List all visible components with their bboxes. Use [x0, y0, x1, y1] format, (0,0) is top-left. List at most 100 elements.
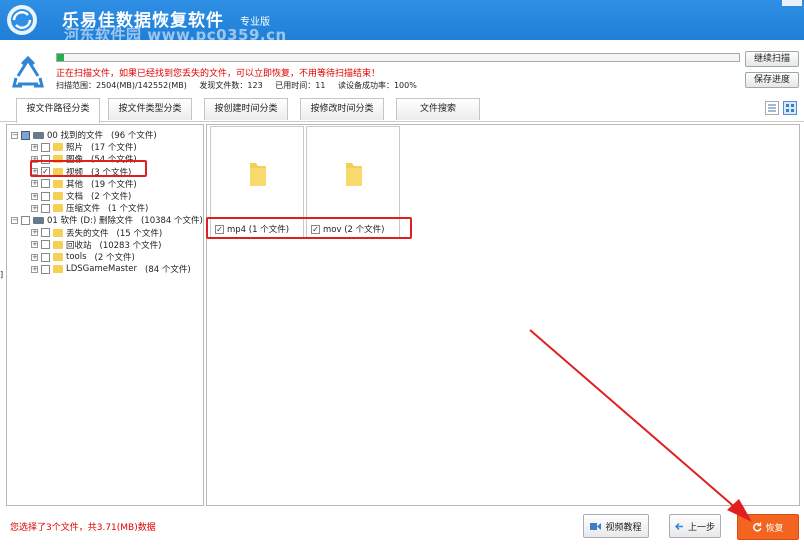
- tab-file-search[interactable]: 文件搜索: [396, 98, 480, 120]
- video-tutorial-label: 视频教程: [605, 522, 642, 533]
- tree-checkbox[interactable]: [41, 264, 50, 274]
- tile-mp4[interactable]: ✓ mp4 (1 个文件): [210, 126, 304, 238]
- tree-count: (84 个文件): [145, 265, 191, 276]
- elapsed-time: 已用时间：11: [275, 81, 326, 90]
- expand-toggle[interactable]: +: [31, 168, 38, 176]
- directory-tree: −00 找到的文件 (96 个文件) + 照片 (17 个文件) + 图像 (54 个文件) +…: [6, 124, 204, 506]
- folder-icon: [53, 192, 63, 200]
- tile-name: mp4 (1 个文件): [227, 225, 290, 235]
- previous-step-button[interactable]: 上一步: [669, 514, 721, 538]
- tree-count: (54 个文件): [91, 155, 137, 166]
- tree-count: (2 个文件): [94, 253, 135, 263]
- disk-icon: [33, 216, 44, 224]
- tile-label: ✓ mov (2 个文件): [311, 223, 384, 235]
- files-found: 发现文件数：123: [199, 81, 263, 90]
- disk-icon: [33, 131, 44, 139]
- tree-node-folder[interactable]: + 其他 (19 个文件): [31, 178, 137, 190]
- restore-label: 恢复: [765, 523, 784, 534]
- tile-name: mov (2 个文件): [323, 225, 385, 235]
- grid-view-icon[interactable]: [783, 101, 797, 115]
- tile-mov[interactable]: ✓ mov (2 个文件): [306, 126, 400, 238]
- expand-toggle[interactable]: −: [11, 216, 18, 224]
- read-success-rate: 读设备成功率：100%: [337, 81, 417, 90]
- folder-icon: [53, 179, 63, 188]
- tree-node-folder[interactable]: + 图像 (54 个文件): [31, 153, 137, 165]
- tree-checkbox[interactable]: [21, 130, 30, 140]
- tree-count: (15 个文件): [116, 228, 163, 239]
- tree-node-folder[interactable]: + 丢失的文件 (15 个文件): [31, 227, 162, 239]
- tree-count: (3 个文件): [91, 167, 132, 178]
- tree-count: (96 个文件): [111, 131, 157, 141]
- tree-checkbox[interactable]: [41, 154, 50, 164]
- video-tutorial-button[interactable]: 视频教程: [583, 514, 649, 538]
- folder-icon: [53, 240, 63, 249]
- tree-checkbox[interactable]: [21, 215, 30, 225]
- expand-toggle[interactable]: +: [31, 241, 38, 249]
- expand-toggle[interactable]: +: [31, 155, 38, 163]
- list-view-icon[interactable]: [765, 101, 779, 115]
- expand-toggle[interactable]: +: [31, 229, 38, 237]
- expand-toggle[interactable]: +: [31, 143, 38, 151]
- tree-label: tools: [66, 252, 87, 262]
- tree-count: (1 个文件): [108, 204, 149, 215]
- scan-range: 扫描范围：2504(MB)/142552(MB): [56, 81, 187, 90]
- tree-checkbox[interactable]: [41, 179, 50, 189]
- folder-icon: [53, 228, 63, 237]
- tab-by-path[interactable]: 按文件路径分类: [16, 98, 100, 123]
- tree-checkbox[interactable]: [41, 191, 50, 201]
- folder-icon: [53, 265, 63, 274]
- tree-node-folder[interactable]: + LDSGameMaster (84 个文件): [31, 263, 191, 275]
- tree-node-folder[interactable]: + tools (2 个文件): [31, 251, 135, 263]
- tree-node-folder[interactable]: + 照片 (17 个文件): [31, 141, 137, 153]
- tree-checkbox[interactable]: [41, 240, 50, 250]
- tree-count: (10384 个文件): [140, 216, 203, 227]
- tree-count: (2 个文件): [91, 192, 132, 202]
- folder-icon: [346, 163, 362, 186]
- expand-toggle[interactable]: +: [31, 265, 38, 273]
- previous-step-label: 上一步: [687, 522, 715, 533]
- tree-checkbox[interactable]: [41, 252, 50, 262]
- tree-checkbox[interactable]: [41, 203, 50, 213]
- window-controls[interactable]: [782, 0, 802, 6]
- edge-mark: ]: [0, 270, 4, 279]
- tree-count: (10283 个文件): [99, 240, 162, 251]
- tree-checkbox[interactable]: [41, 228, 50, 238]
- continue-scan-button[interactable]: 继续扫描: [745, 51, 799, 67]
- tree-node-folder[interactable]: + ✓ 视频 (3 个文件): [31, 166, 131, 178]
- tree-checkbox[interactable]: [41, 142, 50, 152]
- scan-progress-bar: [56, 53, 740, 62]
- refresh-icon: [753, 522, 763, 532]
- tree-node-folder[interactable]: + 文档 (2 个文件): [31, 190, 131, 202]
- tree-node-folder[interactable]: + 回收站 (10283 个文件): [31, 239, 161, 251]
- restore-button[interactable]: 恢复: [737, 514, 799, 540]
- tile-label: ✓ mp4 (1 个文件): [215, 223, 289, 235]
- tree-label: 回收站: [66, 240, 92, 251]
- tab-by-created-time[interactable]: 按创建时间分类: [204, 98, 288, 120]
- tree-node-folder[interactable]: + 压缩文件 (1 个文件): [31, 202, 148, 214]
- video-icon: [590, 522, 602, 530]
- folder-icon: [53, 167, 63, 176]
- tile-checkbox[interactable]: ✓: [311, 224, 320, 234]
- prev-icon: [674, 522, 683, 530]
- scan-progress-fill: [57, 54, 64, 61]
- expand-toggle[interactable]: +: [31, 180, 38, 188]
- expand-toggle[interactable]: −: [11, 131, 18, 139]
- tree-label: 00 找到的文件: [47, 131, 104, 141]
- expand-toggle[interactable]: +: [31, 204, 38, 212]
- tree-node-disk[interactable]: − 00 找到的文件 (96 个文件): [11, 129, 157, 141]
- selection-status: 您选择了3个文件，共3.71(MB)数据: [10, 523, 156, 533]
- folder-icon: [53, 204, 63, 213]
- app-logo-icon: [7, 5, 37, 35]
- tab-by-modified-time[interactable]: 按修改时间分类: [300, 98, 384, 120]
- tree-label: 压缩文件: [66, 204, 101, 215]
- tree-node-disk[interactable]: − 01 软件 (D:) 删除文件 (10384 个文件): [11, 214, 203, 226]
- tree-label: 视频: [66, 167, 84, 178]
- tree-checkbox[interactable]: ✓: [41, 167, 50, 177]
- expand-toggle[interactable]: +: [31, 253, 38, 261]
- tree-count: (19 个文件): [91, 179, 137, 190]
- tab-by-type[interactable]: 按文件类型分类: [108, 98, 192, 120]
- tile-checkbox[interactable]: ✓: [215, 224, 224, 234]
- save-progress-button[interactable]: 保存进度: [745, 72, 799, 88]
- folder-icon: [250, 163, 266, 186]
- expand-toggle[interactable]: +: [31, 192, 38, 200]
